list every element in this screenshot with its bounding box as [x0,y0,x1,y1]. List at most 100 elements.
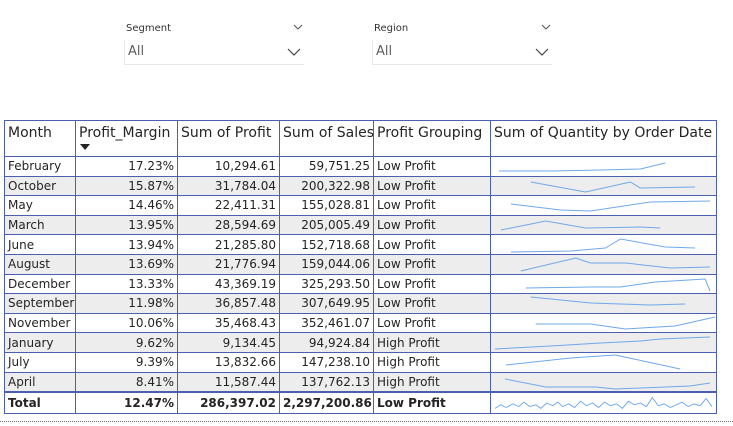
table-row[interactable]: June 13.94% 21,285.80 152,718.68 Low Profit [4,234,717,255]
region-slicer-header: Region [372,18,552,38]
column-header-quantity-by-order-date[interactable]: Sum of Quantity by Order Date [490,120,717,157]
profit-grouping-cell: Low Profit [373,273,491,295]
total-sum-of-profit: 286,397.02 [177,391,280,415]
profit-margin-cell: 14.46% [75,195,178,216]
sparkline-cell [490,351,717,373]
segment-slicer[interactable]: Segment All [124,18,304,65]
profit-grouping-cell: Low Profit [373,253,491,275]
profit-margin-cell: 15.87% [75,175,178,197]
profit-grouping-cell: Low Profit [373,234,491,255]
sum-of-sales-cell: 155,028.81 [279,195,374,216]
table-row[interactable]: February 17.23% 10,294.61 59,751.25 Low Prof… [4,156,717,177]
month-cell: October [4,175,76,197]
chevron-down-icon[interactable] [286,46,302,58]
table-row[interactable]: May 14.46% 22,411.31 155,028.81 Low Profit [4,195,717,216]
total-profit-grouping: Low Profit [373,391,491,415]
sum-of-profit-cell: 22,411.31 [177,195,280,216]
profit-margin-cell: 9.62% [75,332,178,353]
table-row[interactable]: December 13.33% 43,369.19 325,293.50 Low Pro… [4,273,717,295]
profit-margin-cell: 8.41% [75,371,178,393]
sum-of-sales-cell: 147,238.10 [279,351,374,373]
profit-grouping-cell: High Profit [373,371,491,393]
region-slicer-title: Region [374,23,409,34]
profit-margin-cell: 9.39% [75,351,178,373]
profit-grouping-cell: Low Profit [373,214,491,236]
column-header-sum-of-sales[interactable]: Sum of Sales [279,120,374,157]
sum-of-profit-cell: 10,294.61 [177,156,280,177]
table-row[interactable]: July 9.39% 13,832.66 147,238.10 High Profit [4,351,717,373]
profit-grouping-cell: High Profit [373,351,491,373]
sum-of-profit-cell: 9,134.45 [177,332,280,353]
table-row[interactable]: September 11.98% 36,857.48 307,649.95 Low Pr… [4,293,717,314]
sum-of-sales-cell: 205,005.49 [279,214,374,236]
total-sparkline-cell [490,391,717,415]
profit-margin-cell: 10.06% [75,312,178,334]
sum-of-sales-cell: 200,322.98 [279,175,374,197]
sum-of-sales-cell: 325,293.50 [279,273,374,295]
profit-margin-cell: 13.94% [75,234,178,255]
segment-selected-value: All [128,44,145,59]
sparkline-cell [490,234,717,255]
month-cell: September [4,293,76,314]
profit-table: Month Profit_Margin Sum of Profit Sum of… [4,120,717,415]
sparkline-cell [490,214,717,236]
sum-of-sales-cell: 159,044.06 [279,253,374,275]
sparkline [530,181,696,193]
sum-of-sales-cell: 307,649.95 [279,293,374,314]
sum-of-profit-cell: 35,468.43 [177,312,280,334]
total-label: Total [4,391,76,415]
collapse-chevron-icon[interactable] [540,21,552,33]
sum-of-profit-cell: 11,587.44 [177,371,280,393]
segment-dropdown[interactable]: All [124,40,304,65]
sparkline [510,200,711,212]
total-sparkline [494,396,713,410]
sparkline [520,257,711,272]
collapse-chevron-icon[interactable] [292,21,304,33]
column-header-sum-of-profit[interactable]: Sum of Profit [177,120,280,157]
sort-descending-icon [80,144,90,150]
table-row[interactable]: January 9.62% 9,134.45 94,924.84 High Profit [4,332,717,353]
sparkline [504,378,711,390]
month-cell: February [4,156,76,177]
profit-grouping-cell: Low Profit [373,175,491,197]
sparkline [498,162,666,172]
profit-grouping-cell: Low Profit [373,312,491,334]
table-row[interactable]: April 8.41% 11,587.44 137,762.13 High Profit [4,371,717,393]
sparkline [535,316,716,330]
table-row[interactable]: November 10.06% 35,468.43 352,461.07 Low Pro… [4,312,717,334]
sparkline-cell [490,332,717,353]
sum-of-sales-cell: 352,461.07 [279,312,374,334]
sparkline-cell [490,273,717,295]
sparkline [500,220,661,231]
column-header-profit-margin[interactable]: Profit_Margin [75,120,178,157]
table-row[interactable]: March 13.95% 28,594.69 205,005.49 Low Profit [4,214,717,236]
sum-of-profit-cell: 28,594.69 [177,214,280,236]
column-header-profit-grouping[interactable]: Profit Grouping [373,120,491,157]
segment-slicer-header: Segment [124,18,304,38]
visual-border [0,421,733,422]
sparkline [494,336,711,350]
sparkline-cell [490,195,717,216]
table-row[interactable]: August 13.69% 21,776.94 159,044.06 Low Profi… [4,253,717,275]
total-sum-of-sales: 2,297,200.86 [279,391,374,415]
sum-of-sales-cell: 152,718.68 [279,234,374,255]
profit-grouping-cell: Low Profit [373,156,491,177]
sparkline [530,296,686,306]
segment-slicer-title: Segment [126,23,171,34]
region-slicer[interactable]: Region All [372,18,552,65]
sum-of-profit-cell: 31,784.04 [177,175,280,197]
month-cell: April [4,371,76,393]
sum-of-profit-cell: 21,285.80 [177,234,280,255]
table-row[interactable]: October 15.87% 31,784.04 200,322.98 Low Prof… [4,175,717,197]
sum-of-profit-cell: 43,369.19 [177,273,280,295]
region-selected-value: All [376,44,393,59]
profit-margin-cell: 17.23% [75,156,178,177]
profit-margin-cell: 13.69% [75,253,178,275]
table-total-row: Total 12.47% 286,397.02 2,297,200.86 Low… [4,391,717,415]
chevron-down-icon[interactable] [534,46,550,58]
sum-of-profit-cell: 21,776.94 [177,253,280,275]
sum-of-sales-cell: 94,924.84 [279,332,374,353]
sparkline-cell [490,175,717,197]
region-dropdown[interactable]: All [372,40,552,65]
column-header-month[interactable]: Month [4,120,76,157]
